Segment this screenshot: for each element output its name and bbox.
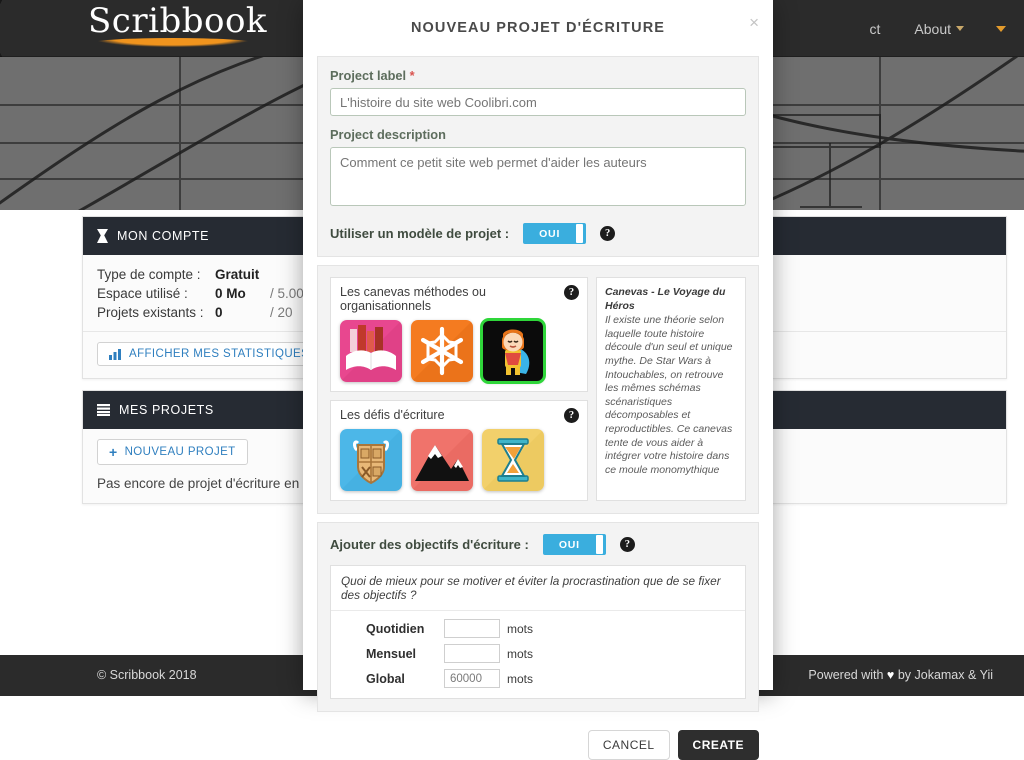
goal-row-global: Global mots: [341, 669, 735, 688]
required-asterisk: *: [409, 68, 415, 83]
template-thumbs-defis: [340, 429, 578, 491]
goal-mensuel-input[interactable]: [444, 644, 500, 663]
template-group-defis-title: Les défis d'écriture: [340, 408, 445, 422]
goal-unit: mots: [507, 646, 534, 661]
goals-box: Quoi de mieux pour se motiver et éviter …: [330, 565, 746, 699]
modal-footer: CANCEL CREATE: [303, 720, 773, 760]
add-goals-label: Ajouter des objectifs d'écriture :: [330, 537, 529, 552]
selected-template-body: Il existe une théorie selon laquelle tou…: [605, 314, 733, 476]
snowflake-icon: [411, 320, 473, 382]
goal-label: Global: [366, 671, 405, 686]
goal-unit: mots: [507, 671, 534, 686]
project-description-label: Project description: [330, 127, 446, 142]
goal-row-mensuel: Mensuel mots: [341, 644, 735, 663]
books-open-book-thumb[interactable]: [340, 320, 402, 382]
selected-template-title: Canevas - Le Voyage du Héros: [605, 286, 726, 312]
modal-body: Project label * Project description Util…: [303, 56, 773, 720]
selected-template-description: Canevas - Le Voyage du Héros Il existe u…: [596, 277, 746, 501]
question-mark-icon[interactable]: ?: [564, 408, 579, 423]
snowflake-thumb[interactable]: [411, 320, 473, 382]
add-goals-toggle-value: OUI: [558, 538, 580, 551]
goal-quotidien-input[interactable]: [444, 619, 500, 638]
create-button[interactable]: CREATE: [677, 730, 759, 760]
project-label-text: Project label: [330, 68, 407, 83]
goal-label: Quotidien: [366, 621, 425, 636]
add-goals-toggle[interactable]: OUI: [542, 534, 606, 555]
books-open-book-icon: [340, 320, 402, 382]
template-group-canevas-title: Les canevas méthodes ou organisationnels: [340, 285, 486, 313]
goal-global-input[interactable]: [444, 669, 500, 688]
toggle-knob: [595, 535, 603, 554]
goal-unit: mots: [507, 621, 534, 636]
viking-shield-thumb[interactable]: [340, 429, 402, 491]
project-label-label: Project label *: [330, 68, 746, 83]
goal-label: Mensuel: [366, 646, 417, 661]
template-groups: ? Les canevas méthodes ou organisationne…: [330, 277, 588, 501]
project-description-input[interactable]: [330, 147, 746, 206]
close-icon[interactable]: ×: [749, 14, 759, 31]
project-label-input[interactable]: [330, 88, 746, 116]
use-template-row: Utiliser un modèle de projet : OUI ?: [330, 223, 746, 244]
new-project-modal: NOUVEAU PROJET D'ÉCRITURE × Project labe…: [303, 0, 773, 760]
modal-header: NOUVEAU PROJET D'ÉCRITURE ×: [303, 0, 773, 56]
viking-shield-icon: [340, 429, 402, 491]
hourglass-icon: [482, 429, 544, 491]
template-group-defis: ? Les défis d'écriture: [330, 400, 588, 501]
goals-rows: Quotidien mots Mensuel mots Global mots: [331, 611, 745, 698]
mountain-icon: [411, 429, 473, 491]
question-mark-icon[interactable]: ?: [564, 285, 579, 300]
goal-row-quotidien: Quotidien mots: [341, 619, 735, 638]
question-mark-icon[interactable]: ?: [600, 226, 616, 241]
project-basics-fieldset: Project label * Project description Util…: [317, 56, 759, 257]
template-picker-fieldset: ? Les canevas méthodes ou organisationne…: [317, 265, 759, 514]
use-template-toggle-value: OUI: [539, 227, 561, 240]
cancel-button[interactable]: CANCEL: [587, 730, 670, 760]
goals-question: Quoi de mieux pour se motiver et éviter …: [331, 566, 745, 611]
modal-title: NOUVEAU PROJET D'ÉCRITURE: [410, 20, 666, 36]
use-template-toggle[interactable]: OUI: [523, 223, 587, 244]
mountain-thumb[interactable]: [411, 429, 473, 491]
toggle-knob: [576, 224, 584, 243]
template-thumbs-canevas: [340, 318, 578, 384]
add-goals-row: Ajouter des objectifs d'écriture : OUI ?: [330, 534, 746, 555]
template-picker-wrap: ? Les canevas méthodes ou organisationne…: [330, 277, 746, 501]
superhero-girl-icon: [482, 320, 544, 382]
goals-fieldset: Ajouter des objectifs d'écriture : OUI ?…: [317, 522, 759, 712]
template-group-canevas: ? Les canevas méthodes ou organisationne…: [330, 277, 588, 392]
use-template-label: Utiliser un modèle de projet :: [330, 226, 510, 241]
superhero-girl-thumb[interactable]: [480, 318, 546, 384]
question-mark-icon[interactable]: ?: [619, 537, 635, 552]
hourglass-thumb[interactable]: [482, 429, 544, 491]
